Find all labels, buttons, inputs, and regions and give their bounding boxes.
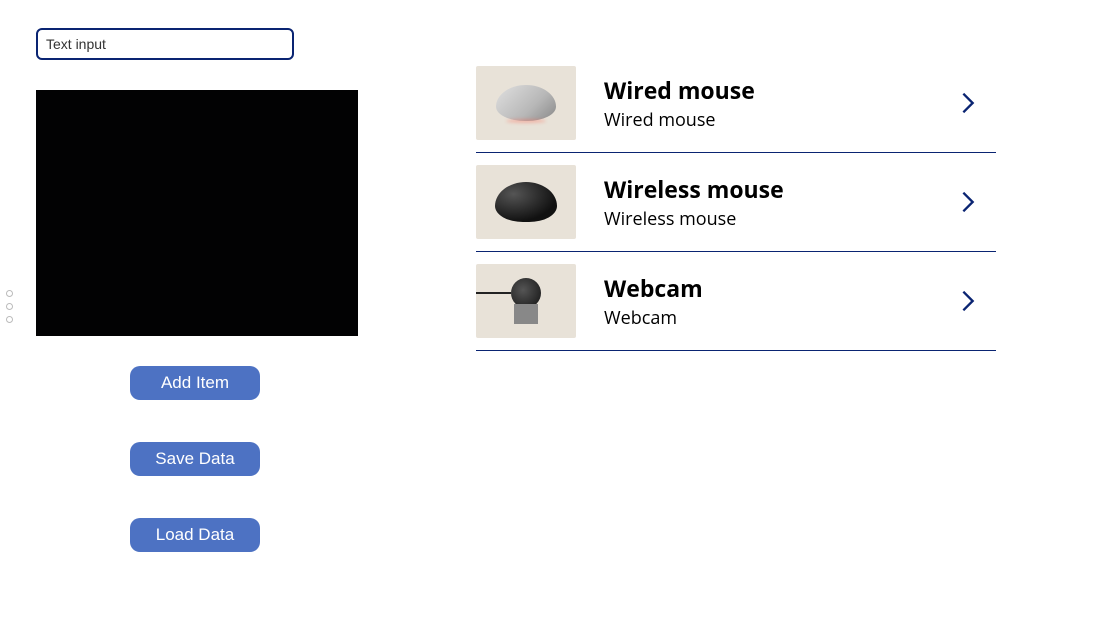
item-thumbnail xyxy=(476,264,576,338)
nav-dot[interactable] xyxy=(6,290,13,297)
nav-dot[interactable] xyxy=(6,303,13,310)
list-item[interactable]: Webcam Webcam xyxy=(476,252,996,351)
item-name-input[interactable] xyxy=(36,28,294,60)
add-item-button[interactable]: Add Item xyxy=(130,366,260,400)
item-text: Wired mouse Wired mouse xyxy=(604,74,926,132)
list-item[interactable]: Wireless mouse Wireless mouse xyxy=(476,153,996,252)
nav-dot[interactable] xyxy=(6,316,13,323)
item-list: Wired mouse Wired mouse Wireless mouse W… xyxy=(476,54,996,351)
webcam-icon xyxy=(509,278,543,324)
right-panel: Wired mouse Wired mouse Wireless mouse W… xyxy=(390,0,1104,621)
item-thumbnail xyxy=(476,66,576,140)
wired-mouse-icon xyxy=(496,85,556,121)
list-item[interactable]: Wired mouse Wired mouse xyxy=(476,54,996,153)
item-text: Wireless mouse Wireless mouse xyxy=(604,173,926,231)
camera-preview xyxy=(36,90,358,336)
item-subtitle: Wired mouse xyxy=(604,108,926,132)
load-data-button[interactable]: Load Data xyxy=(130,518,260,552)
save-data-button[interactable]: Save Data xyxy=(130,442,260,476)
chevron-right-icon xyxy=(954,188,982,216)
item-title: Wired mouse xyxy=(604,74,926,106)
item-subtitle: Webcam xyxy=(604,306,926,330)
chevron-right-icon xyxy=(954,89,982,117)
item-title: Wireless mouse xyxy=(604,173,926,205)
item-subtitle: Wireless mouse xyxy=(604,207,926,231)
item-thumbnail xyxy=(476,165,576,239)
side-nav-dots xyxy=(6,290,13,323)
chevron-right-icon xyxy=(954,287,982,315)
wireless-mouse-icon xyxy=(495,182,557,222)
item-title: Webcam xyxy=(604,272,926,304)
left-panel: Add Item Save Data Load Data xyxy=(0,0,390,621)
item-text: Webcam Webcam xyxy=(604,272,926,330)
